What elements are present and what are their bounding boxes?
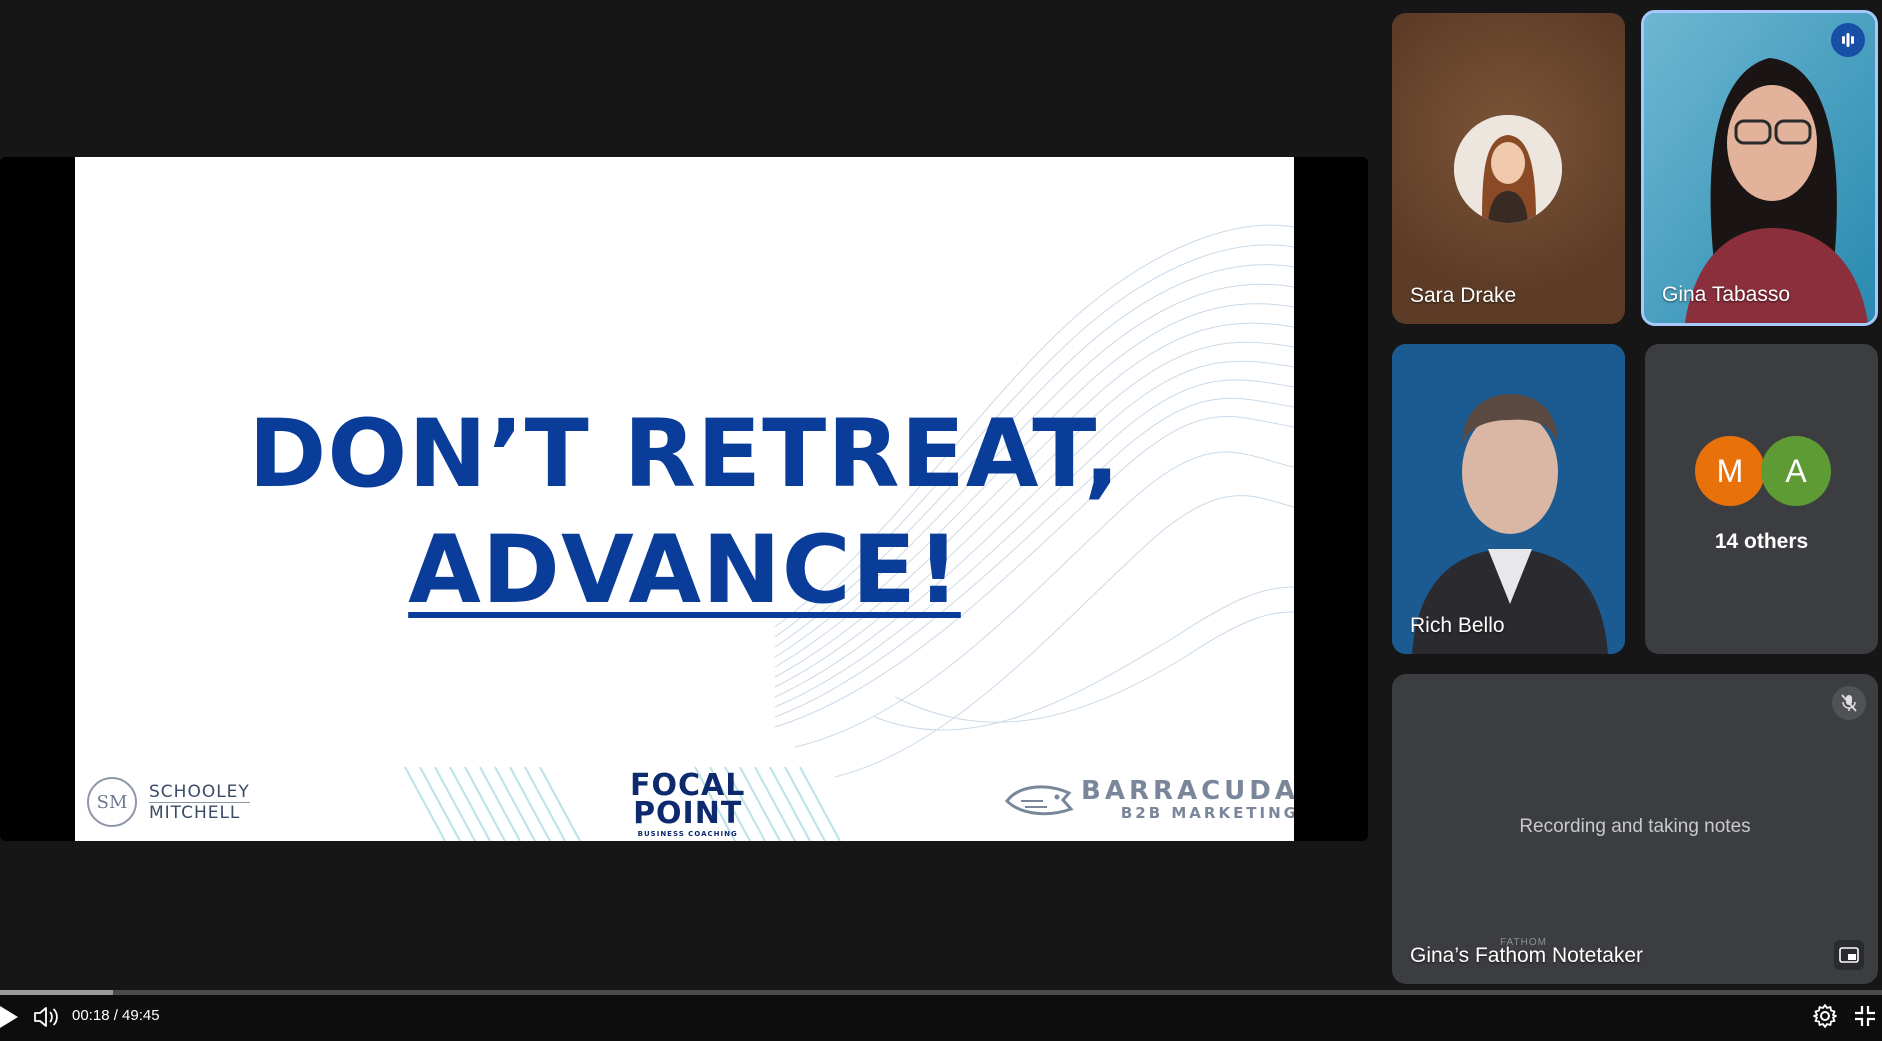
- avatar: M: [1695, 436, 1765, 506]
- participant-tile-rich[interactable]: Rich Bello: [1392, 344, 1625, 654]
- participant-tile-notetaker[interactable]: Recording and taking notes FATHOM Gina’s…: [1392, 674, 1878, 984]
- play-icon[interactable]: [0, 1006, 18, 1028]
- volume-icon[interactable]: [32, 1003, 60, 1031]
- progress-bar[interactable]: [0, 990, 1882, 995]
- avatar: A: [1761, 436, 1831, 506]
- others-count-label: 14 others: [1714, 530, 1809, 553]
- participant-tile-sara[interactable]: Sara Drake: [1392, 13, 1625, 324]
- progress-fill: [0, 990, 113, 995]
- profile-photo-icon: [1454, 115, 1562, 223]
- camera-feed: [1392, 344, 1625, 654]
- participant-name: Gina’s Fathom Notetaker: [1410, 944, 1644, 967]
- focal-point-logo: FOCAL POINT BUSINESS COACHING: [630, 771, 745, 839]
- schooley-mitchell-logo: SM SCHOOLEY MITCHELL: [87, 777, 250, 827]
- slide-title-line2: ADVANCE!: [408, 516, 961, 625]
- barracuda-logo-name: BARRACUDA: [1081, 776, 1294, 806]
- barracuda-logo-sub: B2B MARKETING: [1120, 804, 1294, 822]
- participant-name: Gina Tabasso: [1662, 283, 1791, 306]
- focal-logo-sub: BUSINESS COACHING: [637, 830, 738, 838]
- presentation-slide: DON’T RETREAT, ADVANCE! SM SCHOOLEY MITC…: [75, 157, 1294, 841]
- participant-tile-gina[interactable]: Gina Tabasso: [1641, 10, 1878, 326]
- speaking-indicator-icon: [1831, 23, 1865, 57]
- focal-logo-line2: POINT: [633, 796, 743, 831]
- slide-title: DON’T RETREAT, ADVANCE!: [75, 397, 1294, 629]
- picture-in-picture-icon[interactable]: [1834, 940, 1864, 970]
- time-readout: 00:18 / 49:45: [72, 1007, 160, 1024]
- avatar: [1454, 115, 1562, 223]
- participant-name: Sara Drake: [1410, 284, 1517, 307]
- schooley-logo-line1: SCHOOLEY: [149, 781, 250, 802]
- barracuda-logo: BARRACUDA B2B MARKETING: [1003, 775, 1294, 825]
- meeting-stage: DON’T RETREAT, ADVANCE! SM SCHOOLEY MITC…: [0, 0, 1882, 990]
- barracuda-fish-icon: [1005, 785, 1074, 816]
- schooley-logo-line2: MITCHELL: [149, 801, 250, 823]
- exit-fullscreen-icon[interactable]: [1852, 1003, 1878, 1029]
- slide-title-line1: DON’T RETREAT,: [248, 400, 1121, 509]
- settings-icon[interactable]: [1812, 1003, 1838, 1029]
- participant-name: Rich Bello: [1410, 614, 1505, 637]
- participant-tile-others[interactable]: M A 14 others: [1645, 344, 1878, 654]
- schooley-mark-icon: SM: [87, 777, 137, 827]
- video-controls-bar: 00:18 / 49:45: [0, 990, 1882, 1041]
- notetaker-status: Recording and taking notes: [1519, 816, 1751, 837]
- camera-feed: [1644, 13, 1875, 323]
- mic-off-icon: [1832, 686, 1866, 720]
